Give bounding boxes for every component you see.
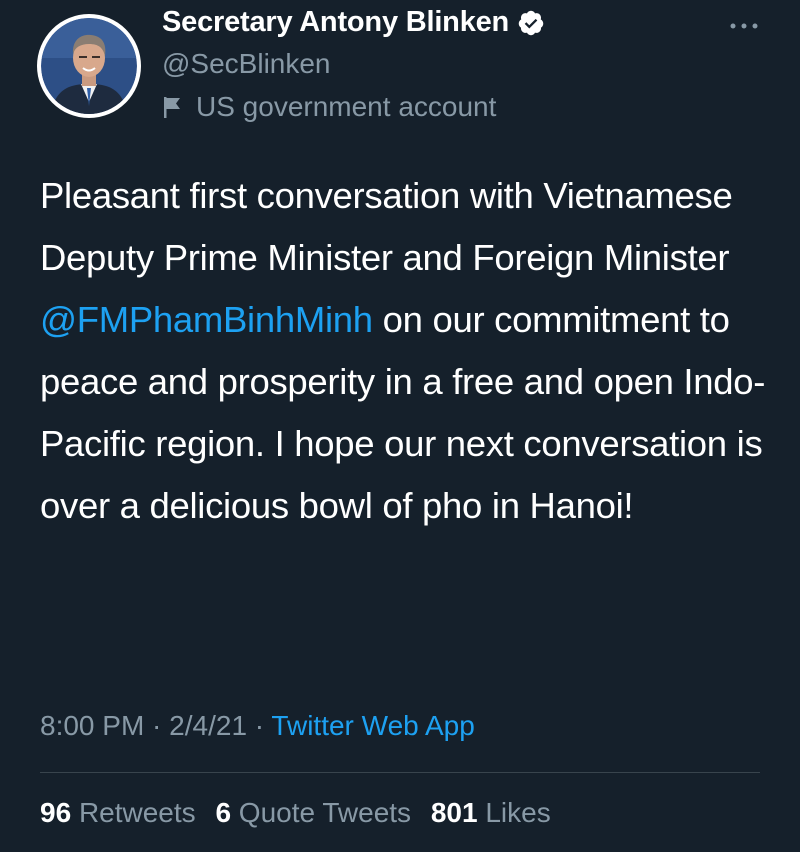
retweets-count: 96 <box>40 797 72 828</box>
tweet-text: Pleasant first conversation with Vietnam… <box>40 165 780 537</box>
quote-tweets-count: 6 <box>215 797 232 828</box>
likes-label: Likes <box>485 797 551 828</box>
flag-icon <box>164 97 180 118</box>
more-options-icon[interactable] <box>726 14 762 38</box>
display-name[interactable]: Secretary Antony Blinken <box>162 6 509 39</box>
meta-separator-2: · <box>247 710 272 741</box>
mention-link[interactable]: @FMPhamBinhMinh <box>40 299 373 340</box>
verified-badge-icon <box>518 10 544 35</box>
display-name-row[interactable]: Secretary Antony Blinken <box>162 6 545 39</box>
likes-stat[interactable]: 801 Likes <box>431 797 551 828</box>
government-label-text: US government account <box>196 91 497 122</box>
likes-count: 801 <box>430 797 478 828</box>
meta-separator: · <box>144 710 170 741</box>
tweet-date[interactable]: 2/4/21 <box>169 710 247 741</box>
quote-tweets-stat[interactable]: 6 Quote Tweets <box>215 797 411 828</box>
engagement-stats: 96 Retweets 6 Quote Tweets 801 Likes <box>40 797 551 829</box>
divider <box>40 772 760 773</box>
quote-tweets-label: Quote Tweets <box>238 797 412 828</box>
tweet-text-start: Pleasant first conversation with Vietnam… <box>40 175 733 278</box>
avatar[interactable] <box>37 14 141 118</box>
tweet-time[interactable]: 8:00 PM <box>40 710 144 741</box>
profile-photo <box>41 18 137 114</box>
handle[interactable]: @SecBlinken <box>162 48 331 80</box>
government-label[interactable]: US government account <box>162 91 496 123</box>
tweet-meta: 8:00 PM · 2/4/21 · Twitter Web App <box>40 710 475 742</box>
retweets-stat[interactable]: 96 Retweets <box>40 797 196 828</box>
source-link[interactable]: Twitter Web App <box>271 710 474 741</box>
retweets-label: Retweets <box>78 797 196 828</box>
